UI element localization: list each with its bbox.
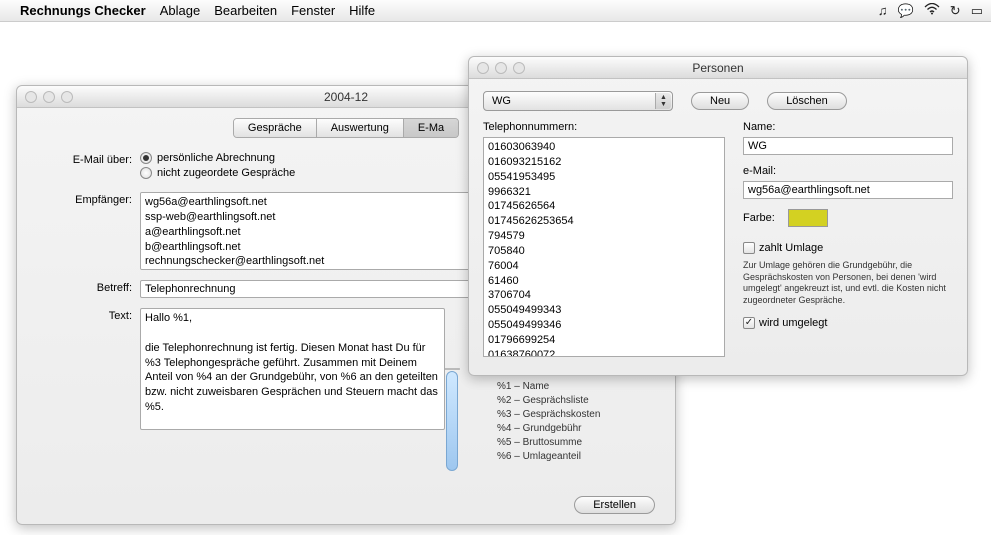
phone-item[interactable]: 01796699254 [488,333,720,348]
label-subject: Betreff: [35,280,140,294]
window-controls [17,91,73,103]
tab-email[interactable]: E-Ma [404,119,458,137]
app-menu[interactable]: Rechnungs Checker [20,3,146,18]
music-icon[interactable]: ♫ [878,3,888,18]
tab-group: Gespräche Auswertung E-Ma [233,118,459,138]
email-field[interactable] [743,181,953,199]
popup-arrows-icon: ▲▼ [655,93,671,109]
tab-calls[interactable]: Gespräche [234,119,317,137]
phone-item[interactable]: 01745626253654 [488,214,720,229]
person-select-popup[interactable]: WG ▲▼ [483,91,673,111]
redistributed-checkbox[interactable]: ✓ [743,317,755,329]
delete-button[interactable]: Löschen [767,92,847,110]
phone-item[interactable]: 794579 [488,229,720,244]
color-label: Farbe: [743,212,775,224]
menu-bearbeiten[interactable]: Bearbeiten [214,3,277,18]
phone-item[interactable]: 016093215162 [488,155,720,170]
phone-item[interactable]: 055049499343 [488,303,720,318]
close-button[interactable] [477,62,489,74]
person-select-value: WG [492,95,511,107]
display-icon[interactable]: ▭ [971,3,983,19]
placeholder-5: %5 – Bruttosumme [497,436,600,450]
menu-hilfe[interactable]: Hilfe [349,3,375,18]
phone-item[interactable]: 055049499346 [488,318,720,333]
zoom-button[interactable] [513,62,525,74]
phone-item[interactable]: 9966321 [488,185,720,200]
chat-icon[interactable]: 💬 [898,3,914,19]
placeholder-6: %6 – Umlageanteil [497,450,600,464]
menubar: Rechnungs Checker Ablage Bearbeiten Fens… [0,0,991,22]
name-label: Name: [743,121,953,133]
pays-label: zahlt Umlage [759,242,823,254]
placeholder-3: %3 – Gesprächskosten [497,408,600,422]
close-button[interactable] [25,91,37,103]
create-button[interactable]: Erstellen [574,496,655,514]
phone-item[interactable]: 05541953495 [488,170,720,185]
phone-item[interactable]: 01638760072 [488,348,720,357]
label-recipients: Empfänger: [35,192,140,206]
menu-ablage[interactable]: Ablage [160,3,200,18]
name-field[interactable] [743,137,953,155]
tab-evaluation[interactable]: Auswertung [317,119,404,137]
radio-personal-label: persönliche Abrechnung [157,152,275,164]
radio-personal[interactable] [140,152,152,164]
placeholder-2: %2 – Gesprächsliste [497,394,600,408]
email-label: e-Mail: [743,165,953,177]
new-button[interactable]: Neu [691,92,749,110]
body-text-field[interactable]: Hallo %1, die Telephonrechnung ist ferti… [140,308,445,430]
phone-item[interactable]: 76004 [488,259,720,274]
color-swatch[interactable] [788,209,828,227]
phone-item[interactable]: 3706704 [488,288,720,303]
label-email-ueber: E-Mail über: [35,152,140,166]
persons-window-title: Personen [469,61,967,75]
sync-icon[interactable]: ↻ [950,3,961,19]
window-persons: Personen WG ▲▼ Neu Löschen Telephonnumme… [468,56,968,376]
phone-item[interactable]: 705840 [488,244,720,259]
phone-item[interactable]: 01603063940 [488,140,720,155]
wifi-icon[interactable] [924,3,940,18]
phone-item[interactable]: 61460 [488,274,720,289]
radio-unassigned-label: nicht zugeordete Gespräche [157,167,295,179]
phones-listbox[interactable]: 01603063940 016093215162 05541953495 996… [483,137,725,357]
radio-unassigned[interactable] [140,167,152,179]
minimize-button[interactable] [495,62,507,74]
minimize-button[interactable] [43,91,55,103]
zoom-button[interactable] [61,91,73,103]
umlage-help-text: Zur Umlage gehören die Grundgebühr, die … [743,260,953,307]
phone-item[interactable]: 01745626564 [488,199,720,214]
redistributed-label: wird umgelegt [759,317,827,329]
titlebar-persons[interactable]: Personen [469,57,967,79]
placeholder-4: %4 – Grundgebühr [497,422,600,436]
pays-checkbox[interactable] [743,242,755,254]
placeholder-1: %1 – Name [497,380,600,394]
body-scrollbar[interactable] [445,368,460,370]
phones-label: Telephonnummern: [483,121,725,133]
menu-fenster[interactable]: Fenster [291,3,335,18]
placeholder-legend: P %1 – Name %2 – Gesprächsliste %3 – Ges… [497,366,600,464]
window-controls-persons [469,62,525,74]
label-text: Text: [35,308,140,322]
